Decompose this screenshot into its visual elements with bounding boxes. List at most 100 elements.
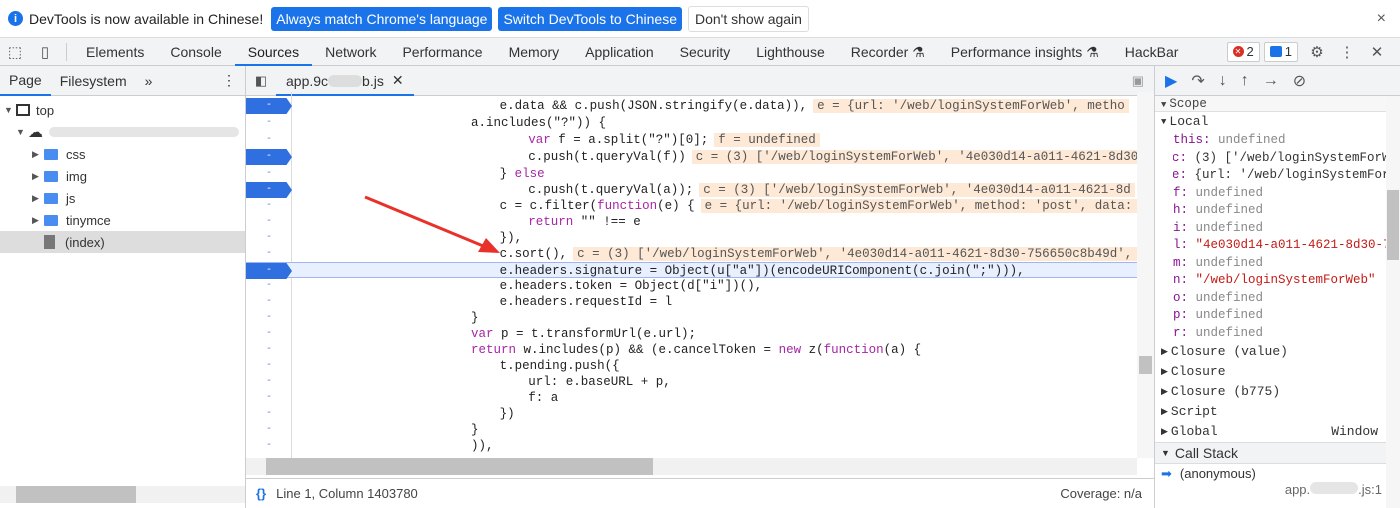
editor-hscrollbar[interactable] — [246, 458, 1137, 475]
tab-performance[interactable]: Performance — [389, 38, 495, 66]
messages-badge[interactable]: 1 — [1263, 41, 1298, 62]
errors-badge[interactable]: ✕ 2 — [1226, 41, 1260, 62]
line-gutter[interactable]: - — [246, 422, 292, 438]
line-gutter[interactable]: - — [246, 278, 292, 294]
line-gutter[interactable]: - — [246, 132, 292, 148]
toggle-debugger-icon[interactable]: ▣ — [1132, 73, 1144, 89]
editor-vscrollbar[interactable] — [1137, 92, 1154, 458]
step-over-icon[interactable]: ↷ — [1191, 71, 1204, 91]
more-tabs-button[interactable]: » — [136, 73, 162, 89]
step-icon[interactable]: → — [1263, 72, 1279, 90]
line-gutter[interactable]: - — [246, 246, 292, 262]
tree-item-js[interactable]: ▶ js — [0, 187, 245, 209]
code-line[interactable]: - e.headers.requestId = l — [246, 294, 1137, 310]
scope-local[interactable]: ▼ Local — [1155, 112, 1400, 132]
code-line[interactable]: - f: a — [246, 390, 1137, 406]
pretty-print-icon[interactable]: {} — [256, 486, 266, 501]
tree-item-index[interactable]: (index) — [0, 231, 245, 253]
scope-var-m[interactable]: m: undefined — [1173, 255, 1400, 273]
inspect-element-icon[interactable]: ⬚ — [0, 38, 30, 66]
tab-console[interactable]: Console — [157, 38, 234, 66]
step-out-icon[interactable]: ↑ — [1241, 72, 1249, 90]
tab-network[interactable]: Network — [312, 38, 389, 66]
line-gutter[interactable]: - — [246, 198, 292, 214]
code-line[interactable]: - var p = t.transformUrl(e.url); — [246, 326, 1137, 342]
code-line[interactable]: - a.includes("?")) { — [246, 115, 1137, 131]
tab-elements[interactable]: Elements — [73, 38, 157, 66]
scope-var-c[interactable]: ▶c: (3) ['/web/loginSystemForWeb', '4e03… — [1173, 150, 1400, 168]
code-line[interactable]: - t.pending.push({ — [246, 358, 1137, 374]
code-line[interactable]: -}) — [246, 406, 1137, 422]
scope-var-p[interactable]: p: undefined — [1173, 307, 1400, 325]
dont-show-again-button[interactable]: Don't show again — [687, 5, 809, 32]
tab-application[interactable]: Application — [572, 38, 667, 66]
navigator-hscrollbar[interactable] — [0, 486, 245, 503]
tab-sources[interactable]: Sources — [234, 38, 313, 66]
device-toolbar-icon[interactable]: ▯ — [30, 38, 60, 66]
breakpoint-marker[interactable]: - — [246, 263, 292, 279]
code-line[interactable]: - e.headers.signature = Object(u["a"])(en… — [246, 262, 1137, 279]
code-line[interactable]: -} — [246, 422, 1137, 438]
callstack-header[interactable]: ▼ Call Stack — [1155, 442, 1400, 464]
deactivate-breakpoints-icon[interactable]: ⊘ — [1293, 71, 1306, 91]
scope-header[interactable]: ▼ Scope — [1155, 96, 1387, 112]
line-gutter[interactable]: - — [246, 406, 292, 422]
tree-item-css[interactable]: ▶ css — [0, 143, 245, 165]
more-menu-icon[interactable]: ⋮ — [1332, 38, 1362, 66]
code-line[interactable]: -)), — [246, 438, 1137, 454]
code-line[interactable]: - var f = a.split("?")[0]; f = undefined — [246, 132, 1137, 148]
sidebar-scrollbar[interactable] — [1386, 96, 1400, 508]
tree-item-domain[interactable]: ▼ ☁ — [0, 121, 245, 143]
tab-lighthouse[interactable]: Lighthouse — [743, 38, 838, 66]
callstack-frame[interactable]: ➡ (anonymous) app. .js:1 — [1155, 464, 1400, 499]
code-line[interactable]: -} else — [246, 166, 1137, 182]
scope-section[interactable]: ▶ Closure (b775) — [1155, 382, 1400, 402]
resume-icon[interactable]: ▶ — [1165, 71, 1177, 91]
close-tab-icon[interactable]: ✕ — [392, 72, 404, 89]
line-gutter[interactable]: - — [246, 115, 292, 131]
tab-page[interactable]: Page — [0, 66, 51, 96]
breakpoint-marker[interactable]: - — [246, 98, 292, 114]
line-gutter[interactable]: - — [246, 214, 292, 230]
toggle-navigator-icon[interactable]: ◧ — [246, 73, 276, 89]
scope-var-i[interactable]: i: undefined — [1173, 220, 1400, 238]
tree-item-top[interactable]: ▼ top — [0, 99, 245, 121]
tab-performance-insights[interactable]: Performance insights ⚗ — [938, 38, 1112, 66]
navigator-menu-icon[interactable]: ⋮ — [213, 72, 245, 89]
line-gutter[interactable]: - — [246, 438, 292, 454]
scope-var-f[interactable]: f: undefined — [1173, 185, 1400, 203]
always-match-language-button[interactable]: Always match Chrome's language — [271, 6, 493, 31]
step-into-icon[interactable]: ↓ — [1219, 72, 1227, 90]
line-gutter[interactable]: - — [246, 326, 292, 342]
tree-item-tinymce[interactable]: ▶ tinymce — [0, 209, 245, 231]
code-area[interactable]: - e.data && c.push(JSON.stringify(e.data)… — [246, 92, 1137, 458]
tab-security[interactable]: Security — [667, 38, 744, 66]
close-devtools-icon[interactable]: ✕ — [1362, 38, 1392, 66]
tab-memory[interactable]: Memory — [496, 38, 573, 66]
tab-hackbar[interactable]: HackBar — [1112, 38, 1192, 66]
line-gutter[interactable]: - — [246, 374, 292, 390]
close-icon[interactable]: × — [1377, 10, 1386, 28]
scope-var-r[interactable]: r: undefined — [1173, 325, 1400, 343]
line-gutter[interactable]: - — [246, 390, 292, 406]
file-tab[interactable]: app.9c b.js ✕ — [276, 66, 414, 96]
scope-var-l[interactable]: l: "4e030d14-a011-4621-8d30-756650c8b49d… — [1173, 237, 1400, 255]
switch-to-chinese-button[interactable]: Switch DevTools to Chinese — [498, 6, 682, 31]
code-line[interactable]: - c.push(t.queryVal(f)) c = (3) ['/web/log… — [246, 149, 1137, 165]
tab-filesystem[interactable]: Filesystem — [51, 73, 136, 89]
line-gutter[interactable]: - — [246, 294, 292, 310]
breakpoint-marker[interactable]: - — [246, 149, 292, 165]
gear-icon[interactable]: ⚙ — [1302, 38, 1332, 66]
line-gutter[interactable]: - — [246, 166, 292, 182]
line-gutter[interactable]: - — [246, 358, 292, 374]
tab-recorder[interactable]: Recorder ⚗ — [838, 38, 938, 66]
code-line[interactable]: - return w.includes(p) && (e.cancelToken … — [246, 342, 1137, 358]
scope-var-o[interactable]: o: undefined — [1173, 290, 1400, 308]
scope-section[interactable]: ▶ Closure (value) — [1155, 342, 1400, 362]
scope-var-h[interactable]: h: undefined — [1173, 202, 1400, 220]
code-line[interactable]: - e.headers.token = Object(d["i"])(), — [246, 278, 1137, 294]
code-line[interactable]: - url: e.baseURL + p, — [246, 374, 1137, 390]
line-gutter[interactable]: - — [246, 230, 292, 246]
scope-var-n[interactable]: n: "/web/loginSystemForWeb" — [1173, 272, 1400, 290]
scope-var-this[interactable]: this: undefined — [1173, 132, 1400, 150]
